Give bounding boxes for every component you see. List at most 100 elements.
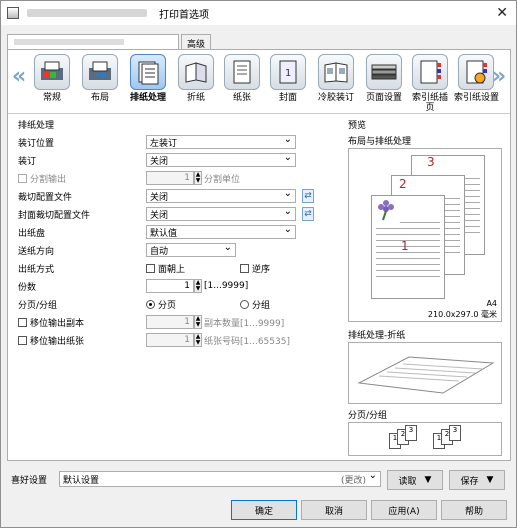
toolbar-label: 索引纸设置 [454,93,500,103]
toolbar-label: 封面 [278,93,297,103]
offset-sheets-field[interactable]: 1 [146,333,194,347]
page-setup-icon [371,64,397,80]
tab-printer-redacted[interactable] [7,34,179,49]
help-button[interactable]: 帮助 [441,500,507,520]
toolbar-item-tab-settings[interactable]: 索引纸设置 [454,54,500,103]
window-title: 打印首选项 [159,9,209,21]
toolbar-label: 折纸 [186,93,205,103]
offset-copies-checkbox[interactable] [18,317,27,327]
toolbar-label: 布局 [90,93,109,103]
section-title: 排纸处理 [18,121,55,131]
reverse-order-option[interactable]: 逆序 [240,260,270,276]
toolbar-item-perfect-bind[interactable]: 冷胶装订 [314,54,358,103]
preview-title: 预览 [348,121,367,131]
offset-sheets-checkbox[interactable] [18,335,27,345]
load-button[interactable]: 读取 ▼ [387,470,443,490]
svg-text:1: 1 [285,68,291,79]
staple-select[interactable]: 关闭 [146,152,296,167]
face-up-checkbox[interactable] [146,263,155,273]
group-label: 分组 [252,300,271,311]
finishing-icon [138,61,159,85]
layout-preview: 3 2 1 A4 210.0x297.0 毫米 [348,148,502,322]
staple-label: 装订 [18,156,37,167]
fold-preview-title: 排纸处理-折纸 [348,330,406,341]
split-unit-label: 分割单位 [204,174,241,185]
group-radio[interactable] [240,299,249,309]
paper-size: A4 [486,299,497,308]
cover-icon: 1 [279,60,297,84]
save-label: 保存 [460,476,479,487]
reverse-order-label: 逆序 [252,264,271,275]
face-up-option[interactable]: 面朝上 [146,260,185,276]
tab-strip: 高级 [7,33,212,50]
offset-sheets-spinner[interactable]: ▲ ▼ [194,333,202,347]
ok-button[interactable]: 确定 [231,500,297,520]
output-tray-label: 出纸盘 [18,228,46,239]
offset-copies-spinner[interactable]: ▲ ▼ [194,315,202,329]
sort-page: 3 [405,425,417,441]
sort-preview: 1 2 3 1 2 3 [348,422,502,456]
feed-direction-select[interactable]: 自动 [146,242,236,257]
toolbar-item-page-setup[interactable]: 页面设置 [362,54,406,103]
cover-trim-label: 封面裁切配置文件 [18,210,91,221]
split-output-checkbox[interactable] [18,173,27,183]
sort-label: 分页/分组 [18,300,58,311]
toolbar-label: 排纸处理 [129,93,166,103]
category-toolbar: « » 常规 布局 排纸处理 折纸 纸张 1 封面 冷胶装订 页面设置 索引纸插… [8,50,510,114]
offset-sheets-label: 移位输出纸张 [30,336,85,347]
paper-icon [233,60,251,84]
offset-sheets-row: 移位输出纸张 [18,332,84,348]
split-count-field[interactable]: 1 [146,171,194,185]
layout-preview-title: 布局与排纸处理 [348,136,412,147]
cancel-button[interactable]: 取消 [301,500,367,520]
toolbar-label: 纸张 [232,93,251,103]
print-preferences-window: 打印首选项 ✕ 高级 « » 常规 布局 排纸处理 折纸 纸张 1 封面 冷胶装… [0,0,517,528]
copies-field[interactable]: 1 [146,279,194,293]
offset-copies-field[interactable]: 1 [146,315,194,329]
toolbar-item-paper[interactable]: 纸张 [220,54,264,103]
perfect-bind-icon [324,62,348,83]
offset-copies-row: 移位输出副本 [18,314,84,330]
toolbar-label: 常规 [42,93,61,103]
collate-option[interactable]: 分页 [146,296,176,312]
scroll-left-icon[interactable]: « [12,64,26,89]
favorites-select[interactable]: 默认设置 (更改) [59,470,381,487]
toolbar-label: 冷胶装订 [317,93,354,103]
toolbar-item-general[interactable]: 常规 [30,54,74,103]
toolbar-item-layout[interactable]: 布局 [78,54,122,103]
cover-trim-select[interactable]: 关闭 [146,206,296,221]
toolbar-item-tab-insert[interactable]: 索引纸插页 [408,54,452,113]
reverse-order-checkbox[interactable] [240,263,249,273]
output-method-label: 出纸方式 [18,264,55,275]
split-count-spinner[interactable]: ▲ ▼ [194,171,202,185]
page-number-2: 2 [399,177,407,191]
binding-position-select[interactable]: 左装订 [146,134,296,149]
tab-settings-icon [466,60,487,84]
split-output-row: 分割输出 [18,170,66,186]
face-up-label: 面朝上 [158,264,186,275]
group-option[interactable]: 分组 [240,296,270,312]
sort-preview-title: 分页/分组 [348,410,388,421]
load-dropdown-icon[interactable]: ▼ [425,475,432,485]
tab-advanced[interactable]: 高级 [181,34,212,50]
collate-label: 分页 [158,300,177,311]
toolbar-item-finishing[interactable]: 排纸处理 [126,54,170,103]
toolbar-label: 页面设置 [365,93,402,103]
copies-spinner[interactable]: ▲ ▼ [194,279,202,293]
toolbar-item-fold[interactable]: 折纸 [174,54,218,103]
offset-copies-label: 移位输出副本 [30,318,85,329]
fold-icon [185,62,207,83]
trim-profile-link-button[interactable]: ⇄ [302,189,314,203]
offset-sheets-unit: 纸张号码[1...65535] [204,336,290,347]
trim-profile-select[interactable]: 关闭 [146,188,296,203]
save-button[interactable]: 保存 ▼ [449,470,505,490]
favorites-changed: (更改) [340,475,366,486]
close-icon[interactable]: ✕ [496,5,508,21]
output-tray-select[interactable]: 默认值 [146,224,296,239]
apply-button[interactable]: 应用(A) [371,500,437,520]
save-dropdown-icon[interactable]: ▼ [487,475,494,485]
sort-page: 3 [449,425,461,441]
collate-radio[interactable] [146,299,155,309]
cover-trim-link-button[interactable]: ⇄ [302,207,314,221]
toolbar-item-cover[interactable]: 1 封面 [266,54,310,103]
